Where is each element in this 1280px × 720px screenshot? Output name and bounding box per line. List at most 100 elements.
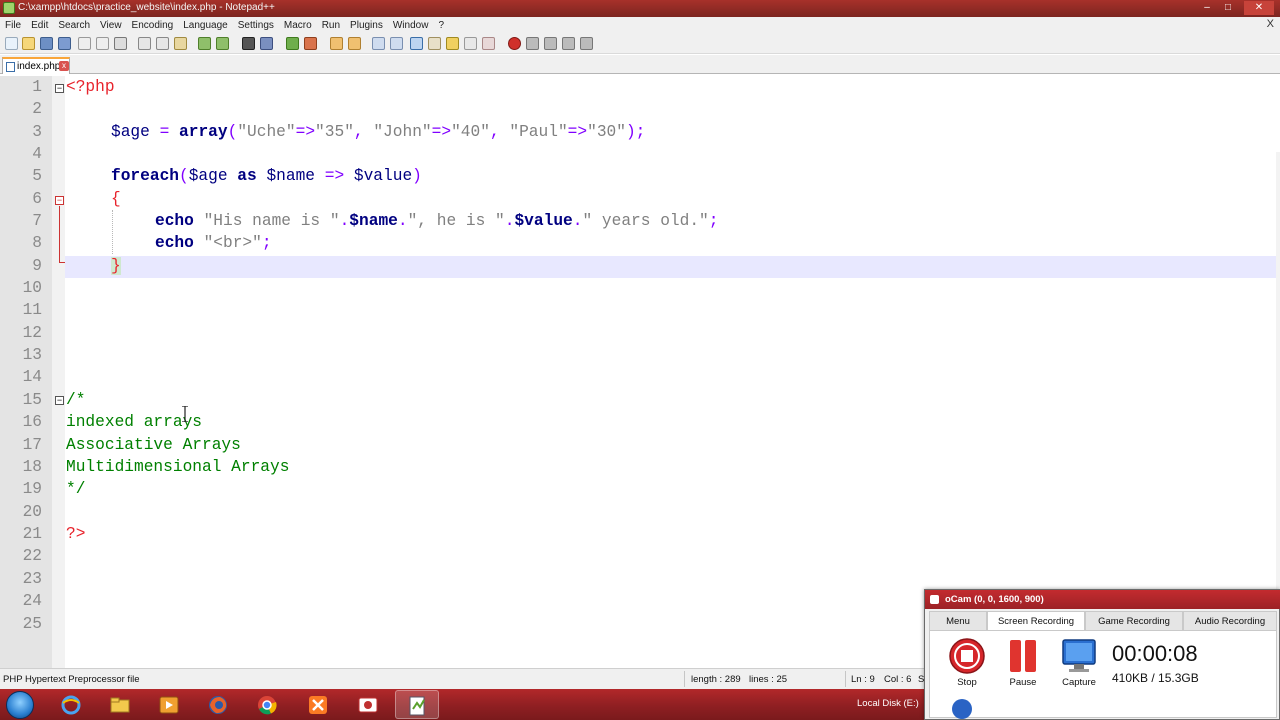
run-macro-multiple-icon[interactable]: [562, 37, 575, 50]
code-token: "<br>": [203, 234, 262, 252]
menu-run[interactable]: Run: [317, 17, 345, 34]
monitoring-icon[interactable]: [482, 37, 495, 50]
maximize-button[interactable]: □: [1217, 1, 1239, 15]
chrome-icon[interactable]: [245, 690, 289, 719]
record-macro-icon[interactable]: [508, 37, 521, 50]
line-number: 2: [32, 100, 42, 118]
line-number: 20: [22, 503, 42, 521]
sync-horizontal-icon[interactable]: [348, 37, 361, 50]
copy-icon[interactable]: [156, 37, 169, 50]
menu-search[interactable]: Search: [53, 17, 95, 34]
save-all-icon[interactable]: [58, 37, 71, 50]
line-number: 4: [32, 145, 42, 163]
ocam-title-bar: oCam (0, 0, 1600, 900): [925, 590, 1280, 609]
close-icon[interactable]: [78, 37, 91, 50]
fold-toggle-icon[interactable]: −: [55, 396, 64, 405]
function-list-icon[interactable]: [446, 37, 459, 50]
undo-icon[interactable]: [198, 37, 211, 50]
menu-plugins[interactable]: Plugins: [345, 17, 388, 34]
zoom-out-icon[interactable]: [304, 37, 317, 50]
minimize-button[interactable]: –: [1196, 1, 1218, 15]
fold-toggle-icon[interactable]: −: [55, 84, 64, 93]
code-token: $age: [111, 123, 150, 141]
ocam-stop-button[interactable]: Stop: [942, 637, 992, 693]
ocam-pause-button[interactable]: Pause: [998, 637, 1048, 693]
menu-encoding[interactable]: Encoding: [127, 17, 179, 34]
close-all-icon[interactable]: [96, 37, 109, 50]
menu-view[interactable]: View: [95, 17, 127, 34]
menu-macro[interactable]: Macro: [279, 17, 317, 34]
code-token: $age: [188, 167, 228, 185]
ocam-tab-audio-recording[interactable]: Audio Recording: [1183, 611, 1277, 631]
play-macro-icon[interactable]: [544, 37, 557, 50]
menu-edit[interactable]: Edit: [26, 17, 53, 34]
line-number: 16: [22, 413, 42, 431]
tray-drive-label: Local Disk (E:): [857, 698, 919, 709]
tab-bar: index.php x: [0, 55, 1280, 74]
show-all-characters-icon[interactable]: [390, 37, 403, 50]
code-token: "35": [315, 123, 354, 141]
close-button[interactable]: ✕: [1244, 1, 1274, 15]
save-macro-icon[interactable]: [580, 37, 593, 50]
menu-help[interactable]: ?: [433, 17, 449, 34]
close-document-button[interactable]: X: [1267, 18, 1274, 30]
line-number: 17: [22, 436, 42, 454]
ocam-window: oCam (0, 0, 1600, 900) Menu Screen Recor…: [924, 589, 1280, 720]
menu-settings[interactable]: Settings: [233, 17, 279, 34]
save-icon[interactable]: [40, 37, 53, 50]
tab-index-php[interactable]: index.php x: [2, 57, 70, 74]
stop-macro-icon[interactable]: [526, 37, 539, 50]
line-number: 7: [32, 212, 42, 230]
zoom-in-icon[interactable]: [286, 37, 299, 50]
ocam-tab-screen-recording[interactable]: Screen Recording: [987, 611, 1085, 631]
indent-guide-icon[interactable]: [410, 37, 423, 50]
paste-icon[interactable]: [174, 37, 187, 50]
code-token: ,: [489, 123, 510, 141]
status-column: Col : 6: [884, 674, 912, 685]
ocam-icon[interactable]: [346, 690, 390, 719]
cut-icon[interactable]: [138, 37, 151, 50]
ocam-tab-game-recording[interactable]: Game Recording: [1085, 611, 1183, 631]
ocam-capture-label: Capture: [1062, 677, 1096, 688]
code-token: "Uche": [237, 123, 296, 141]
recording-timer: 00:00:08: [1112, 641, 1198, 666]
fold-toggle-icon[interactable]: −: [55, 196, 64, 205]
menu-file[interactable]: File: [0, 17, 26, 34]
file-explorer-icon[interactable]: [98, 690, 142, 719]
code-token: $name: [349, 212, 398, 230]
code-token: =>: [431, 123, 452, 141]
code-token: as: [227, 167, 267, 185]
ocam-capture-button[interactable]: Capture: [1054, 637, 1104, 693]
code-editor[interactable]: − − − 1 2 3 4 5 6 7 8 9 10 11 12 13 14 1…: [0, 76, 1280, 720]
menu-language[interactable]: Language: [178, 17, 233, 34]
line-number: 14: [22, 368, 42, 386]
notepad-plus-plus-taskbar-icon[interactable]: [395, 690, 439, 719]
status-separator: [684, 671, 685, 687]
tab-close-icon[interactable]: x: [59, 61, 69, 71]
code-token: }: [111, 257, 121, 275]
code-token: .: [339, 212, 350, 230]
ocam-body: Stop Pause Capture 00:00:08 410KB / 15.3…: [929, 630, 1277, 719]
word-wrap-icon[interactable]: [372, 37, 385, 50]
media-player-icon[interactable]: [147, 690, 191, 719]
internet-explorer-icon[interactable]: [49, 690, 93, 719]
start-button-icon[interactable]: [6, 691, 34, 719]
sync-vertical-icon[interactable]: [330, 37, 343, 50]
find-icon[interactable]: [242, 37, 255, 50]
new-file-icon[interactable]: [5, 37, 18, 50]
status-lines: lines : 25: [749, 674, 788, 685]
folder-as-workspace-icon[interactable]: [464, 37, 477, 50]
replace-icon[interactable]: [260, 37, 273, 50]
code-line-19: */: [66, 480, 86, 498]
ocam-tab-menu[interactable]: Menu: [929, 611, 987, 631]
menu-window[interactable]: Window: [388, 17, 434, 34]
redo-icon[interactable]: [216, 37, 229, 50]
doc-map-icon[interactable]: [428, 37, 441, 50]
firefox-icon[interactable]: [196, 690, 240, 719]
xampp-icon[interactable]: [296, 690, 340, 719]
open-file-icon[interactable]: [22, 37, 35, 50]
print-icon[interactable]: [114, 37, 127, 50]
code-token: " years old.": [582, 212, 709, 230]
code-line-17: Associative Arrays: [66, 436, 241, 454]
code-token: array: [179, 123, 228, 141]
